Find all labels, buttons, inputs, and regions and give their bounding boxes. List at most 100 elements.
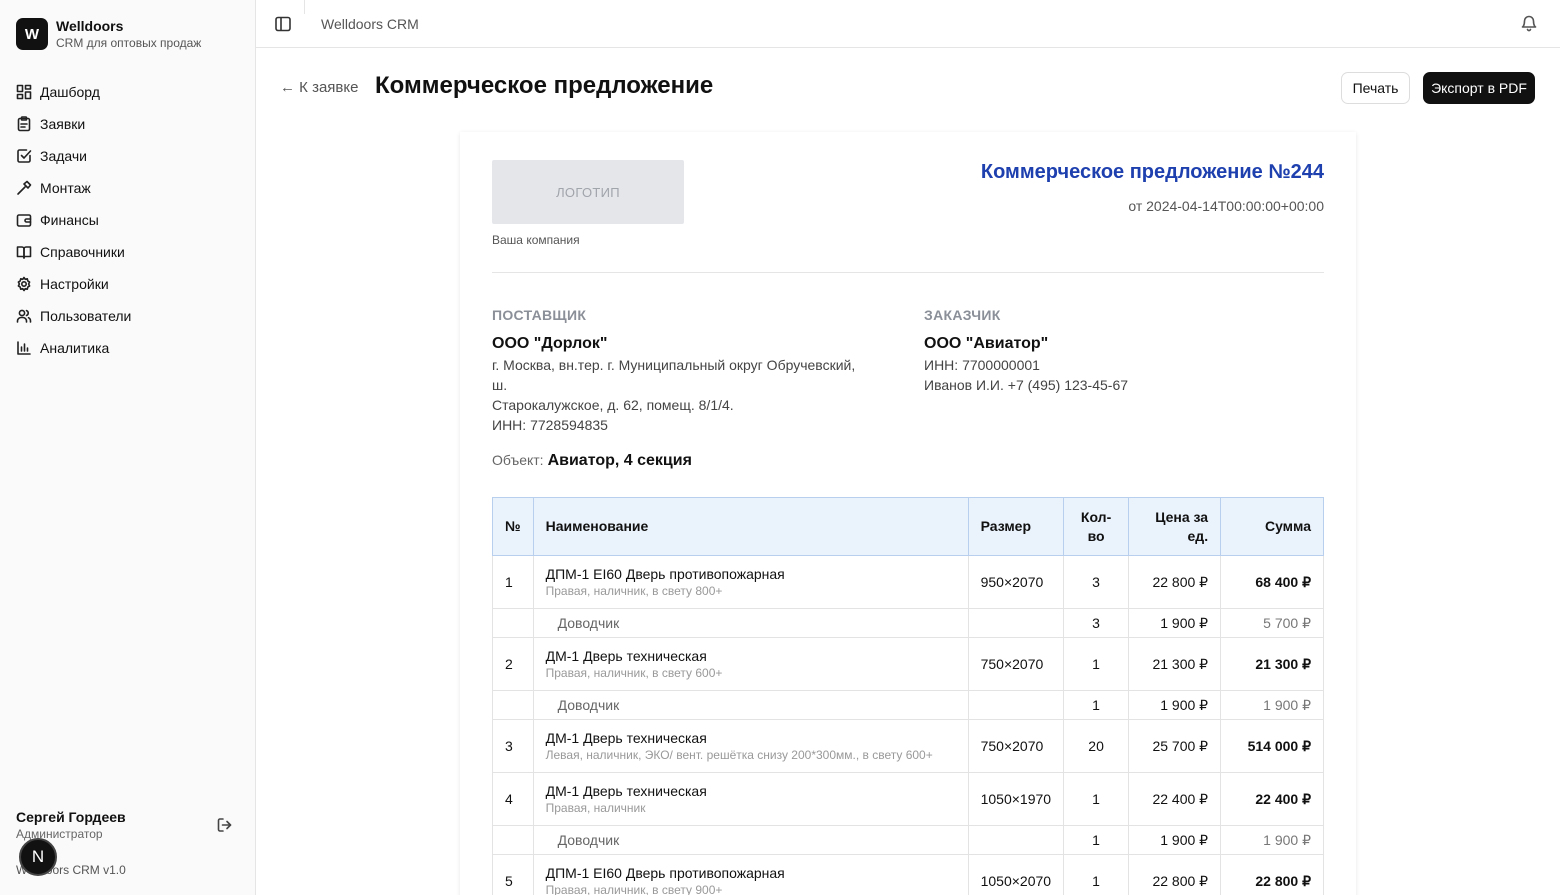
row-size: 750×2070 xyxy=(967,637,1065,691)
item-name: Доводчик xyxy=(532,825,969,855)
row-qty: 1 xyxy=(1063,772,1130,826)
table-row: 5 ДПМ-1 EI60 Дверь противопожарная Правая… xyxy=(492,854,1324,895)
sidebar-toggle-button[interactable] xyxy=(274,15,292,33)
customer-contact: Иванов И.И. +7 (495) 123-45-67 xyxy=(924,377,1129,393)
n-badge-button[interactable]: N xyxy=(19,838,57,876)
col-header-qty-line: Кол- xyxy=(1080,508,1112,525)
row-size xyxy=(967,825,1065,855)
back-to-request-link[interactable]: ← К заявке xyxy=(280,79,358,96)
customer-heading: ЗАКАЗЧИК xyxy=(924,307,1001,323)
row-name-cell: ДМ-1 Дверь техническая Левая, наличник, Э… xyxy=(532,719,969,773)
bell-icon xyxy=(1521,15,1537,32)
sidebar-toggle-icon xyxy=(275,16,291,32)
row-sum: 22 400 ₽ xyxy=(1220,772,1324,826)
col-header-price-line: Цена за xyxy=(1155,508,1209,525)
sidebar-item-finance[interactable]: Финансы xyxy=(16,204,240,236)
row-size xyxy=(967,608,1065,638)
gear-icon xyxy=(17,276,31,292)
sidebar-item-installation[interactable]: Монтаж xyxy=(16,172,240,204)
customer-block: ЗАКАЗЧИК ООО "Авиатор" ИНН: 7700000001 И… xyxy=(924,307,1304,395)
table-row: 4 ДМ-1 Дверь техническая Правая, наличник… xyxy=(492,772,1324,826)
row-price: 22 400 ₽ xyxy=(1128,772,1222,826)
row-num: 3 xyxy=(492,719,534,773)
items-table: № Наименование Размер Кол-во Цена за ед. … xyxy=(492,497,1324,895)
sidebar-item-tasks[interactable]: Задачи xyxy=(16,140,240,172)
item-name: ДПМ-1 EI60 Дверь противопожарная xyxy=(545,565,785,582)
table-subrow: Доводчик 1 1 900 ₽ 1 900 ₽ xyxy=(492,825,1324,855)
row-size: 1050×1970 xyxy=(967,772,1065,826)
sidebar-item-label: Финансы xyxy=(40,212,99,228)
col-header-size: Размер xyxy=(967,497,1065,556)
row-sum: 1 900 ₽ xyxy=(1220,825,1324,855)
row-price: 1 900 ₽ xyxy=(1128,825,1222,855)
brand-logo: W xyxy=(16,18,48,50)
row-qty: 3 xyxy=(1063,555,1130,609)
row-qty: 1 xyxy=(1063,854,1130,895)
topbar: Welldoors CRM xyxy=(256,0,1560,48)
proposal-date: от 2024-04-14T00:00:00+00:00 xyxy=(1128,198,1324,214)
col-header-price-line: ед. xyxy=(1187,527,1209,544)
notifications-button[interactable] xyxy=(1520,14,1538,32)
users-icon xyxy=(16,309,32,323)
sidebar-item-analytics[interactable]: Аналитика xyxy=(16,332,240,364)
sidebar-item-label: Дашборд xyxy=(40,84,100,100)
col-header-num: № xyxy=(492,497,534,556)
bar-chart-icon xyxy=(17,341,31,355)
sidebar-item-settings[interactable]: Настройки xyxy=(16,268,240,300)
logout-button[interactable] xyxy=(216,816,234,834)
row-num xyxy=(492,608,534,638)
table-subrow: Доводчик 1 1 900 ₽ 1 900 ₽ xyxy=(492,690,1324,720)
col-header-qty-line: во xyxy=(1087,527,1105,544)
sidebar-item-dashboard[interactable]: Дашборд xyxy=(16,76,240,108)
customer-name: ООО "Авиатор" xyxy=(924,335,1049,352)
item-note: Левая, наличник, ЭКО/ вент. решётка сниз… xyxy=(545,747,933,762)
supplier-address: г. Москва, вн.тер. г. Муниципальный окру… xyxy=(492,357,856,393)
hammer-icon xyxy=(17,180,32,195)
row-sum: 5 700 ₽ xyxy=(1220,608,1324,638)
brand-name: Welldoors xyxy=(56,18,124,34)
sidebar-item-requests[interactable]: Заявки xyxy=(16,108,240,140)
item-note: Правая, наличник, в свету 800+ xyxy=(545,583,723,598)
sidebar-item-users[interactable]: Пользователи xyxy=(16,300,240,332)
item-name: ДПМ-1 EI60 Дверь противопожарная xyxy=(545,864,785,881)
divider xyxy=(304,0,305,14)
item-note: Правая, наличник xyxy=(545,800,646,815)
user-box: Сергей Гордеев Администратор xyxy=(16,808,240,842)
sidebar-item-label: Настройки xyxy=(40,276,109,292)
clipboard-icon xyxy=(17,116,31,132)
print-button[interactable]: Печать xyxy=(1341,72,1410,104)
col-header-sum: Сумма xyxy=(1220,497,1324,556)
row-qty: 20 xyxy=(1063,719,1130,773)
table-row: 1 ДПМ-1 EI60 Дверь противопожарная Правая… xyxy=(492,555,1324,609)
sidebar-nav: Дашборд Заявки Задачи Монтаж Финансы Спр… xyxy=(16,76,240,364)
supplier-name: ООО "Дорлок" xyxy=(492,335,608,352)
row-qty: 3 xyxy=(1063,608,1130,638)
wallet-icon xyxy=(16,214,32,227)
row-num: 5 xyxy=(492,854,534,895)
row-size: 950×2070 xyxy=(967,555,1065,609)
item-name: ДМ-1 Дверь техническая xyxy=(545,729,707,746)
table-row: 3 ДМ-1 Дверь техническая Левая, наличник,… xyxy=(492,719,1324,773)
item-note: Правая, наличник, в свету 900+ xyxy=(545,882,723,895)
brand[interactable]: W Welldoors CRM для оптовых продаж xyxy=(16,17,201,51)
row-num xyxy=(492,690,534,720)
sidebar-item-label: Монтаж xyxy=(40,180,91,196)
user-role: Администратор xyxy=(16,827,103,841)
supplier-address: Старокалужское, д. 62, помещ. 8/1/4. xyxy=(492,397,734,413)
object-value: Авиатор, 4 секция xyxy=(547,452,692,469)
row-sum: 514 000 ₽ xyxy=(1220,719,1324,773)
col-header-qty: Кол-во xyxy=(1063,497,1130,556)
object-line: Объект: Авиатор, 4 секция xyxy=(492,452,692,470)
row-sum: 1 900 ₽ xyxy=(1220,690,1324,720)
row-price: 1 900 ₽ xyxy=(1128,608,1222,638)
supplier-block: ПОСТАВЩИК ООО "Дорлок" г. Москва, вн.тер… xyxy=(492,307,872,435)
check-square-icon xyxy=(17,149,32,163)
sidebar-item-references[interactable]: Справочники xyxy=(16,236,240,268)
row-sum: 22 800 ₽ xyxy=(1220,854,1324,895)
row-name-cell: ДМ-1 Дверь техническая Правая, наличник, … xyxy=(532,637,969,691)
row-price: 25 700 ₽ xyxy=(1128,719,1222,773)
row-sum: 68 400 ₽ xyxy=(1220,555,1324,609)
row-num: 2 xyxy=(492,637,534,691)
export-pdf-button[interactable]: Экспорт в PDF xyxy=(1423,72,1535,104)
item-name: ДМ-1 Дверь техническая xyxy=(545,782,707,799)
